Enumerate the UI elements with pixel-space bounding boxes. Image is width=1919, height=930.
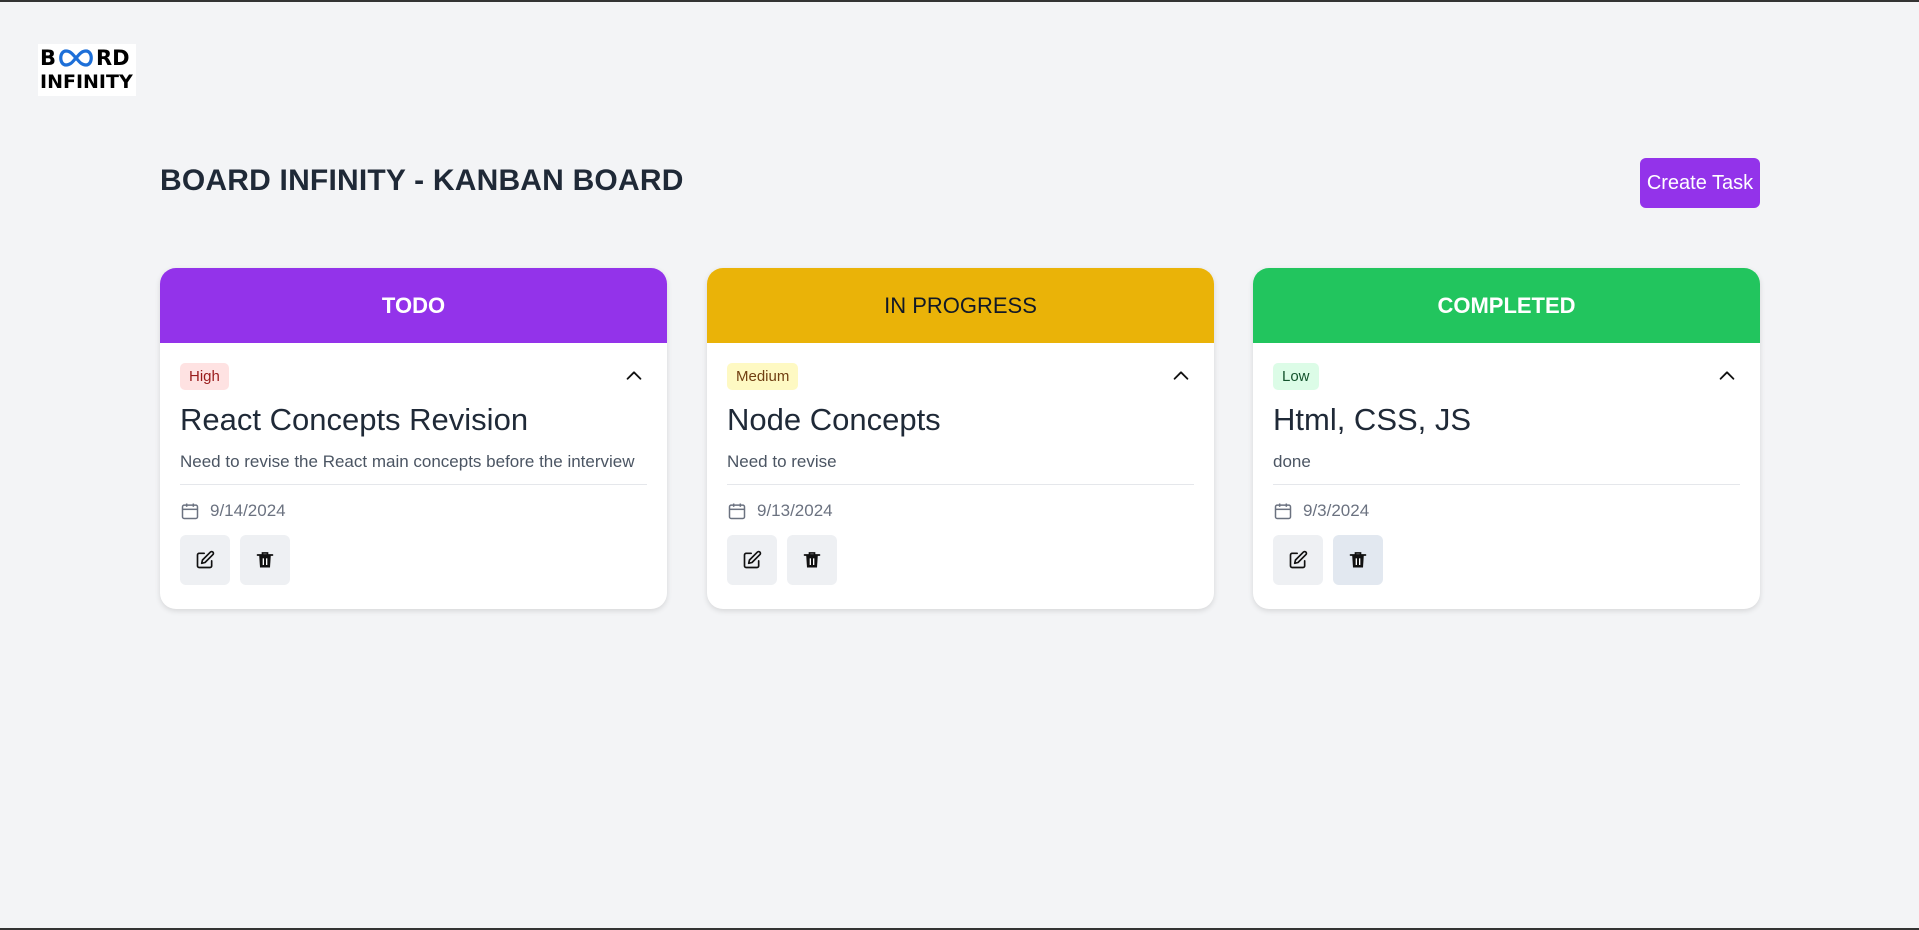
create-task-button[interactable]: Create Task: [1640, 158, 1760, 208]
task-date: 9/3/2024: [1303, 501, 1370, 520]
task-date: 9/13/2024: [757, 501, 833, 520]
calendar-icon: [728, 503, 746, 520]
task-description: Need to revise the React main concepts b…: [180, 452, 647, 485]
task-description: done: [1273, 452, 1740, 485]
priority-badge: Medium: [727, 363, 799, 390]
chevron-up-icon[interactable]: [623, 365, 645, 387]
task-title: Html, CSS, JS: [1273, 402, 1472, 437]
chevron-up-icon[interactable]: [1716, 365, 1738, 387]
task-date-row: 9/14/2024: [180, 501, 647, 521]
priority-badge: High: [180, 363, 229, 390]
task-card: Low Html, CSS, JS done 9/3/2024: [1253, 343, 1760, 585]
column-header: TODO: [160, 268, 667, 343]
trash-icon: [256, 552, 274, 568]
task-actions: [1273, 535, 1740, 585]
column-title: COMPLETED: [1437, 292, 1576, 318]
task-description: Need to revise: [727, 452, 1194, 485]
task-actions: [180, 535, 647, 585]
task-date: 9/14/2024: [210, 501, 286, 520]
delete-task-button[interactable]: [1333, 535, 1383, 585]
edit-task-button[interactable]: [1273, 535, 1323, 585]
calendar-icon: [181, 503, 199, 520]
task-title: Node Concepts: [727, 402, 941, 437]
column-header: COMPLETED: [1253, 268, 1760, 343]
task-card: High React Concepts Revision Need to rev…: [160, 343, 667, 585]
trash-icon: [803, 552, 821, 568]
edit-icon: [196, 550, 215, 569]
column-header: IN PROGRESS: [707, 268, 1214, 343]
window-top-border: [0, 0, 1919, 2]
delete-task-button[interactable]: [240, 535, 290, 585]
task-title: React Concepts Revision: [180, 402, 529, 437]
task-date-row: 9/13/2024: [727, 501, 1194, 521]
column-in-progress: IN PROGRESS Medium Node Concepts Need to…: [707, 268, 1214, 609]
delete-task-button[interactable]: [787, 535, 837, 585]
priority-badge: Low: [1273, 363, 1319, 390]
edit-task-button[interactable]: [180, 535, 230, 585]
board-infinity-logo: B RD INFINITY: [38, 44, 136, 96]
task-actions: [727, 535, 1194, 585]
edit-task-button[interactable]: [727, 535, 777, 585]
calendar-icon: [1274, 503, 1292, 520]
infinity-logo-icon: [59, 49, 93, 67]
edit-icon: [743, 550, 762, 569]
task-card: Medium Node Concepts Need to revise 9/13…: [707, 343, 1214, 585]
column-title: TODO: [381, 292, 446, 318]
edit-icon: [1289, 550, 1308, 569]
trash-icon: [1349, 552, 1367, 568]
column-title: IN PROGRESS: [884, 292, 1037, 318]
chevron-up-icon[interactable]: [1170, 365, 1192, 387]
column-todo: TODO High React Concepts Revision Need t…: [160, 268, 667, 609]
column-completed: COMPLETED Low Html, CSS, JS done 9/3/202…: [1253, 268, 1760, 609]
task-date-row: 9/3/2024: [1273, 501, 1740, 521]
page-title: BOARD INFINITY - KANBAN BOARD: [160, 164, 684, 197]
